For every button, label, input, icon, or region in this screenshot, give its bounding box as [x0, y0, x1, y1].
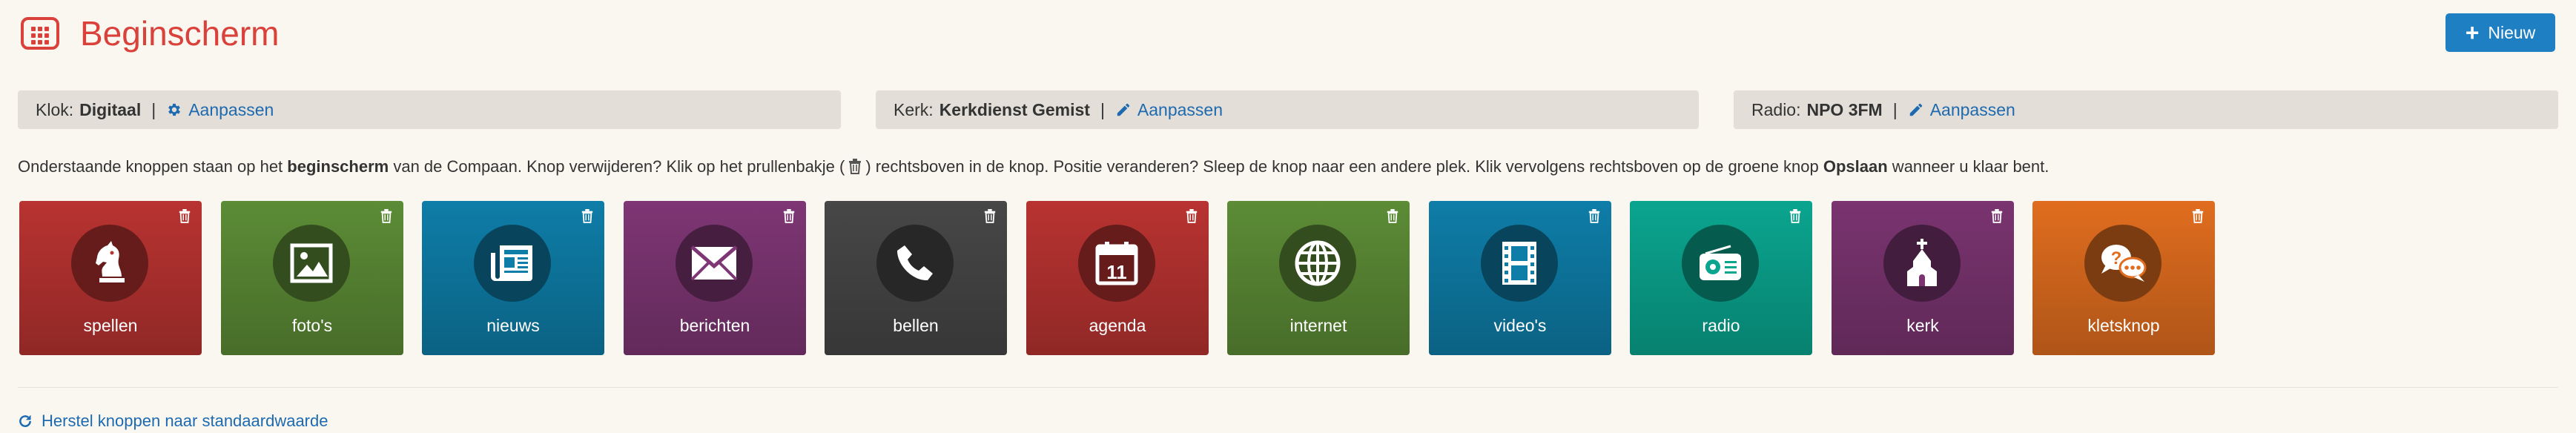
chat-icon: ?: [2084, 225, 2161, 302]
tile-label: kerk: [1906, 316, 1939, 335]
tile-label: foto's: [291, 316, 333, 335]
radio-setting: Radio: NPO 3FM | Aanpassen: [1734, 90, 2558, 129]
clock-edit-label: Aanpassen: [188, 99, 274, 119]
separator: |: [1892, 99, 1898, 119]
trash-icon[interactable]: [380, 208, 393, 228]
tile-label: internet: [1289, 316, 1347, 335]
church-label: Kerk:: [894, 99, 934, 119]
trash-icon[interactable]: [1185, 208, 1198, 228]
pencil-icon: [1117, 103, 1130, 116]
tile-label: berichten: [679, 316, 750, 335]
trash-icon[interactable]: [178, 208, 191, 228]
trash-icon[interactable]: [1789, 208, 1802, 228]
church-setting: Kerk: Kerkdienst Gemist | Aanpassen: [876, 90, 1699, 129]
trash-icon[interactable]: [1386, 208, 1399, 228]
instruction-bold: Opslaan: [1823, 157, 1888, 176]
page-header: Beginscherm: [21, 10, 279, 56]
page-title: Beginscherm: [80, 14, 280, 53]
radio-label: Radio:: [1751, 99, 1801, 119]
reset-buttons-link[interactable]: Herstel knoppen naar standaardwaarde: [18, 411, 328, 431]
new-button-label: Nieuw: [2488, 22, 2536, 42]
separator: |: [1100, 99, 1105, 119]
church-edit-link[interactable]: Aanpassen: [1115, 100, 1223, 120]
trash-icon: [849, 159, 862, 174]
trash-icon[interactable]: [782, 208, 796, 228]
trash-icon[interactable]: [1990, 208, 2004, 228]
phone-icon: [876, 225, 954, 302]
tile-kerk[interactable]: kerk: [1832, 201, 2014, 355]
church-icon: [1883, 225, 1961, 302]
tile-label: video's: [1493, 316, 1547, 335]
radio-edit-label: Aanpassen: [1929, 99, 2015, 119]
newspaper-icon: [474, 225, 551, 302]
instruction-text: Onderstaande knoppen staan op het begins…: [18, 157, 2049, 176]
trash-icon[interactable]: [983, 208, 997, 228]
tile-nieuws[interactable]: nieuws: [422, 201, 604, 355]
grid-icon: [21, 17, 59, 50]
radio-icon: [1682, 225, 1759, 302]
globe-icon: [1279, 225, 1356, 302]
trash-icon[interactable]: [2191, 208, 2205, 228]
tile-videos[interactable]: video's: [1429, 201, 1611, 355]
envelope-icon: [676, 225, 753, 302]
instruction-part: wanneer u klaar bent.: [1887, 157, 2050, 176]
tile-berichten[interactable]: berichten: [624, 201, 806, 355]
tile-label: spellen: [83, 316, 138, 335]
clock-value: Digitaal: [79, 99, 142, 119]
tile-internet[interactable]: internet: [1227, 201, 1410, 355]
trash-icon[interactable]: [581, 208, 594, 228]
refresh-icon: [19, 414, 31, 427]
reset-label: Herstel knoppen naar standaardwaarde: [42, 411, 328, 430]
tile-fotos[interactable]: foto's: [221, 201, 403, 355]
instruction-part: van de Compaan. Knop verwijderen? Klik o…: [389, 157, 845, 176]
tile-label: kletsknop: [2087, 316, 2160, 335]
clock-edit-link[interactable]: Aanpassen: [166, 100, 274, 120]
tile-label: radio: [1702, 316, 1740, 335]
pencil-icon: [1909, 103, 1922, 116]
tile-label: nieuws: [486, 316, 540, 335]
photo-icon: [273, 225, 350, 302]
radio-edit-link[interactable]: Aanpassen: [1908, 100, 2015, 120]
church-value: Kerkdienst Gemist: [939, 99, 1090, 119]
trash-icon[interactable]: [1588, 208, 1601, 228]
divider: [18, 387, 2558, 388]
tile-label: bellen: [893, 316, 939, 335]
tile-bellen[interactable]: bellen: [825, 201, 1007, 355]
instruction-part: Onderstaande knoppen staan op het: [18, 157, 288, 176]
svg-text:11: 11: [1106, 261, 1127, 283]
chess-knight-icon: [71, 225, 148, 302]
clock-setting: Klok: Digitaal | Aanpassen: [18, 90, 841, 129]
church-edit-label: Aanpassen: [1137, 99, 1223, 119]
instruction-bold: beginscherm: [287, 157, 389, 176]
tile-radio[interactable]: radio: [1630, 201, 1812, 355]
new-button[interactable]: + Nieuw: [2445, 13, 2555, 52]
tile-spellen[interactable]: spellen: [19, 201, 202, 355]
gear-icon: [168, 103, 181, 116]
film-icon: [1481, 225, 1558, 302]
clock-label: Klok:: [36, 99, 74, 119]
separator: |: [151, 99, 156, 119]
radio-value: NPO 3FM: [1806, 99, 1883, 119]
plus-icon: +: [2465, 19, 2480, 46]
instruction-part: ) rechtsboven in de knop. Positie verand…: [865, 157, 1823, 176]
tile-label: agenda: [1089, 316, 1146, 335]
settings-bars: Klok: Digitaal | Aanpassen Kerk: Kerkdie…: [18, 90, 2558, 129]
tile-agenda[interactable]: 11 agenda: [1026, 201, 1209, 355]
tile-kletsknop[interactable]: ? kletsknop: [2032, 201, 2215, 355]
calendar-icon: 11: [1078, 225, 1155, 302]
